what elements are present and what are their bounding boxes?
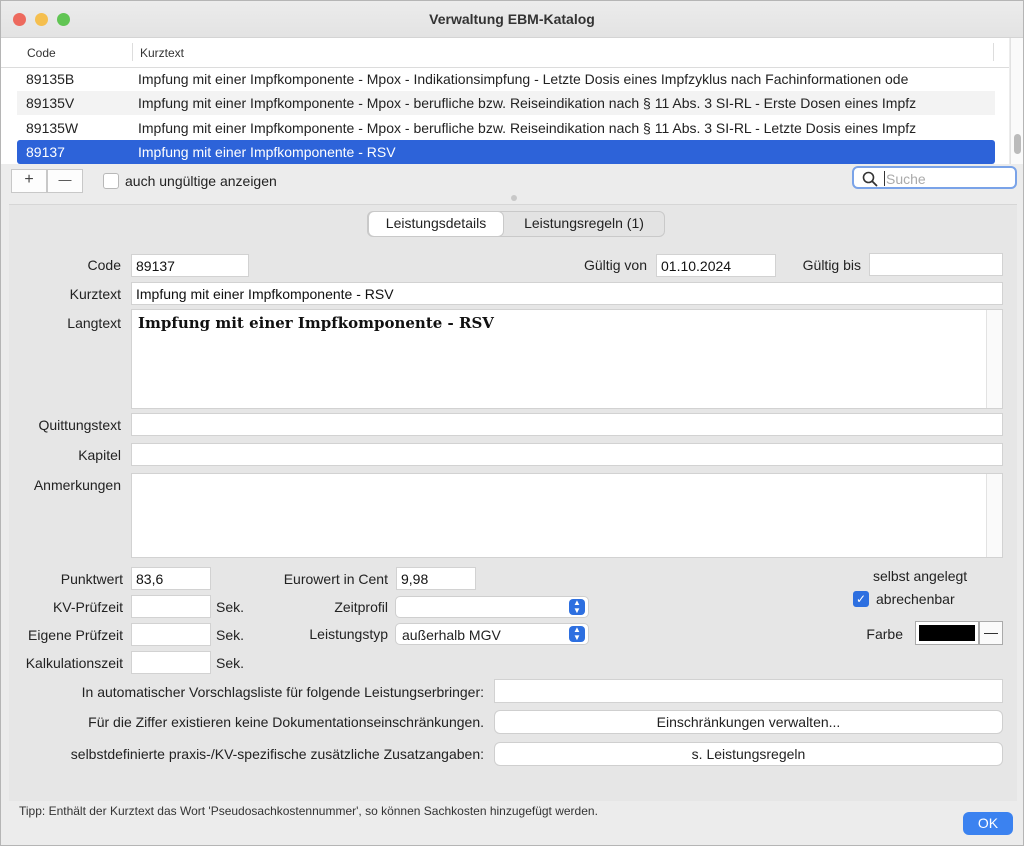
chevron-updown-icon: ▲ ▼ [569, 599, 585, 615]
row-code: 89137 [26, 144, 65, 160]
split-view-handle[interactable] [511, 195, 517, 201]
search-input[interactable]: Suche [852, 166, 1017, 189]
langtext-content: Impfung mit einer Impfkomponente - RSV [138, 314, 494, 332]
dokumentation-label: Für die Ziffer existieren keine Dokument… [88, 714, 484, 730]
ebm-catalog-window: Verwaltung EBM-Katalog Code Kurztext 891… [0, 0, 1024, 846]
search-placeholder: Suche [886, 171, 926, 187]
eurowert-field[interactable]: 9,98 [396, 567, 476, 590]
anmerkungen-area[interactable] [131, 473, 1003, 558]
kalkulationszeit-label: Kalkulationszeit [25, 655, 123, 671]
kapitel-field[interactable] [131, 443, 1003, 466]
ebm-code-table: Code Kurztext 89135B Impfung mit einer I… [1, 38, 1009, 164]
row-kurztext: Impfung mit einer Impfkomponente - Mpox … [138, 120, 917, 136]
kalkulationszeit-field[interactable] [131, 651, 211, 674]
eurowert-label: Eurowert in Cent [283, 571, 388, 587]
column-header-code[interactable]: Code [27, 46, 56, 60]
zusatzangaben-label: selbstdefinierte praxis-/KV-spezifische … [70, 746, 484, 762]
abrechenbar-checkbox[interactable]: ✓ [853, 591, 869, 607]
ok-button[interactable]: OK [963, 812, 1013, 835]
add-button[interactable]: + [11, 169, 47, 193]
zeitprofil-select[interactable]: ▲ ▼ [395, 596, 589, 618]
valid-from-label: Gültig von [583, 257, 647, 273]
column-separator [993, 43, 994, 61]
vorschlagsliste-label: In automatischer Vorschlagsliste für fol… [81, 684, 484, 700]
table-scrollbar[interactable] [1010, 38, 1023, 164]
details-tab-control: Leistungsdetails Leistungsregeln (1) [367, 211, 665, 237]
tab-leistungsdetails[interactable]: Leistungsdetails [369, 212, 503, 236]
tab-leistungsregeln[interactable]: Leistungsregeln (1) [506, 212, 662, 236]
row-kurztext: Impfung mit einer Impfkomponente - RSV [138, 144, 396, 160]
window-title: Verwaltung EBM-Katalog [429, 11, 595, 27]
leistungstyp-select[interactable]: außerhalb MGV ▲ ▼ [395, 623, 589, 645]
anmerkungen-label: Anmerkungen [33, 477, 121, 493]
row-code: 89135V [26, 95, 75, 111]
remove-button[interactable]: — [47, 169, 83, 193]
kv-pruefzeit-label: KV-Prüfzeit [52, 599, 123, 615]
langtext-area[interactable]: Impfung mit einer Impfkomponente - RSV [131, 309, 1003, 409]
kv-pruefzeit-field[interactable] [131, 595, 211, 618]
abrechenbar-label: abrechenbar [876, 591, 955, 607]
eigene-pruefzeit-field[interactable] [131, 623, 211, 646]
scrollbar-thumb[interactable] [1014, 134, 1021, 154]
leistungstyp-value: außerhalb MGV [402, 627, 501, 643]
show-invalid-checkbox[interactable] [103, 173, 119, 189]
search-icon [862, 171, 878, 187]
sek-unit-label: Sek. [216, 599, 245, 615]
quittungstext-field[interactable] [131, 413, 1003, 436]
vorschlagsliste-field[interactable] [494, 679, 1003, 703]
kapitel-label: Kapitel [78, 447, 121, 463]
table-row[interactable]: 89135B Impfung mit einer Impfkomponente … [17, 67, 995, 91]
kurztext-field[interactable]: Impfung mit einer Impfkomponente - RSV [131, 282, 1003, 305]
color-swatch [919, 625, 975, 641]
table-row-selected[interactable]: 89137 Impfung mit einer Impfkomponente -… [17, 140, 995, 164]
leistungsregeln-button[interactable]: s. Leistungsregeln [494, 742, 1003, 766]
sek-unit-label: Sek. [216, 655, 245, 671]
farbe-label: Farbe [866, 626, 903, 642]
valid-from-field[interactable]: 01.10.2024 [656, 254, 776, 277]
code-label: Code [87, 257, 121, 273]
farbe-color-well[interactable] [915, 621, 979, 645]
table-row[interactable]: 89135V Impfung mit einer Impfkomponente … [17, 91, 995, 115]
punktwert-label: Punktwert [60, 571, 123, 587]
color-picker-button[interactable]: — [979, 621, 1003, 645]
table-row[interactable]: 89135W Impfung mit einer Impfkomponente … [17, 116, 995, 140]
leistungstyp-label: Leistungstyp [309, 626, 388, 642]
row-kurztext: Impfung mit einer Impfkomponente - Mpox … [138, 95, 917, 111]
text-cursor [884, 171, 885, 186]
column-header-kurztext[interactable]: Kurztext [140, 46, 184, 60]
row-code: 89135B [26, 71, 75, 87]
langtext-label: Langtext [67, 315, 121, 331]
table-header: Code Kurztext [1, 38, 1009, 68]
kurztext-label: Kurztext [69, 286, 121, 302]
code-field[interactable]: 89137 [131, 254, 249, 277]
einschraenkungen-verwalten-button[interactable]: Einschränkungen verwalten... [494, 710, 1003, 734]
anmerkungen-scrollbar[interactable] [986, 474, 1002, 557]
punktwert-field[interactable]: 83,6 [131, 567, 211, 590]
tip-text: Tipp: Enthält der Kurztext das Wort 'Pse… [19, 804, 598, 818]
zeitprofil-label: Zeitprofil [334, 599, 388, 615]
valid-to-field[interactable] [869, 253, 1003, 276]
show-invalid-label: auch ungültige anzeigen [125, 173, 277, 189]
chevron-updown-icon: ▲ ▼ [569, 626, 585, 642]
valid-to-label: Gültig bis [802, 257, 861, 273]
quittungstext-label: Quittungstext [38, 417, 122, 433]
sek-unit-label: Sek. [216, 627, 245, 643]
row-kurztext: Impfung mit einer Impfkomponente - Mpox … [138, 71, 909, 87]
title-bar: Verwaltung EBM-Katalog [1, 1, 1023, 38]
langtext-scrollbar[interactable] [986, 310, 1002, 408]
column-separator [132, 43, 133, 61]
eigene-pruefzeit-label: Eigene Prüfzeit [28, 627, 123, 643]
row-code: 89135W [26, 120, 79, 136]
selbst-angelegt-label: selbst angelegt [873, 568, 968, 584]
